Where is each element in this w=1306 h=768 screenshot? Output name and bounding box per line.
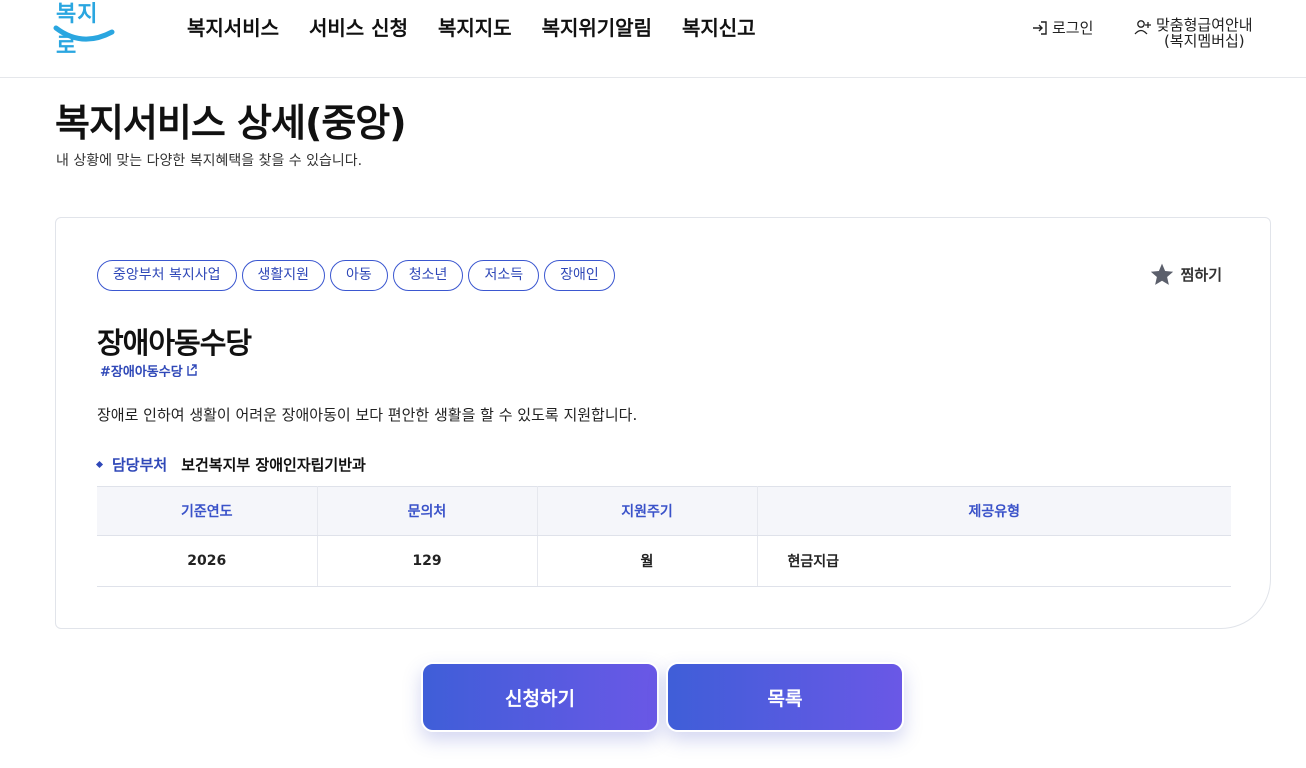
login-link[interactable]: 로그인 — [1032, 17, 1093, 38]
service-info-table: 기준연도 문의처 지원주기 제공유형 2026 129 월 현금지급 — [97, 486, 1231, 587]
header-provision-type: 제공유형 — [757, 486, 1231, 536]
tag-disabled[interactable]: 장애인 — [544, 260, 615, 291]
nav-welfare-services[interactable]: 복지서비스 — [187, 12, 279, 41]
service-hashtag: #장애아동수당 — [100, 365, 183, 377]
membership-label-line2: (복지멤버십) — [1163, 32, 1245, 50]
table-row: 2026 129 월 현금지급 — [97, 535, 1231, 587]
main-nav: 복지서비스 서비스 신청 복지지도 복지위기알림 복지신고 — [187, 12, 786, 41]
page-title: 복지서비스 상세(중앙) — [55, 101, 407, 145]
logo-smile-icon — [53, 25, 115, 42]
tag-list: 중앙부처 복지사업 생활지원 아동 청소년 저소득 장애인 — [97, 260, 620, 291]
department-value: 보건복지부 장애인자립기반과 — [181, 456, 366, 474]
nav-welfare-report[interactable]: 복지신고 — [682, 12, 756, 41]
login-icon — [1033, 20, 1047, 35]
apply-button[interactable]: 신청하기 — [421, 662, 659, 732]
external-link-icon — [187, 364, 197, 376]
header-base-year: 기준연도 — [97, 486, 318, 536]
header-support-cycle: 지원주기 — [537, 486, 758, 536]
service-title: 장애아동수당 — [97, 326, 252, 360]
membership-link[interactable]: 맞춤형급여안내 (복지멤버십) — [1134, 17, 1253, 49]
cell-contact: 129 — [317, 535, 538, 587]
star-icon — [1150, 263, 1173, 285]
favorite-button[interactable]: 찜하기 — [1149, 262, 1222, 287]
membership-label-line1: 맞춤형급여안내 — [1156, 16, 1253, 34]
tag-children[interactable]: 아동 — [330, 260, 388, 291]
tag-low-income[interactable]: 저소득 — [468, 260, 540, 291]
service-description: 장애로 인하여 생활이 어려운 장애아동이 보다 편안한 생활을 할 수 있도록… — [97, 406, 638, 424]
site-header: 복지로 복지서비스 서비스 신청 복지지도 복지위기알림 복지신고 로그인 맞춤… — [0, 0, 1306, 78]
department-label: 담당부처 — [112, 456, 168, 474]
department-row: 담당부처 보건복지부 장애인자립기반과 — [95, 454, 366, 475]
nav-crisis-alert[interactable]: 복지위기알림 — [542, 12, 652, 41]
user-add-icon — [1134, 20, 1151, 35]
nav-service-apply[interactable]: 서비스 신청 — [309, 12, 408, 41]
diamond-bullet-icon — [95, 460, 104, 469]
page-subtitle: 내 상황에 맞는 다양한 복지혜택을 찾을 수 있습니다. — [56, 153, 363, 169]
favorite-label: 찜하기 — [1180, 266, 1222, 284]
tag-youth[interactable]: 청소년 — [392, 260, 464, 291]
login-label: 로그인 — [1052, 19, 1094, 37]
service-hashtag-link[interactable]: #장애아동수당 — [100, 364, 197, 377]
cell-support-cycle: 월 — [537, 535, 758, 587]
cell-provision-type: 현금지급 — [757, 535, 1231, 587]
nav-welfare-map[interactable]: 복지지도 — [438, 12, 512, 41]
cell-base-year: 2026 — [97, 535, 318, 587]
header-contact: 문의처 — [317, 486, 538, 536]
tag-living-support[interactable]: 생활지원 — [241, 260, 326, 291]
tag-central-ministry[interactable]: 중앙부처 복지사업 — [97, 260, 237, 291]
list-button[interactable]: 목록 — [666, 662, 904, 732]
service-detail-card: 중앙부처 복지사업 생활지원 아동 청소년 저소득 장애인 찜하기 장애아동수당… — [55, 217, 1271, 629]
table-header-row: 기준연도 문의처 지원주기 제공유형 — [97, 486, 1231, 536]
logo[interactable]: 복지로 — [52, 0, 118, 59]
